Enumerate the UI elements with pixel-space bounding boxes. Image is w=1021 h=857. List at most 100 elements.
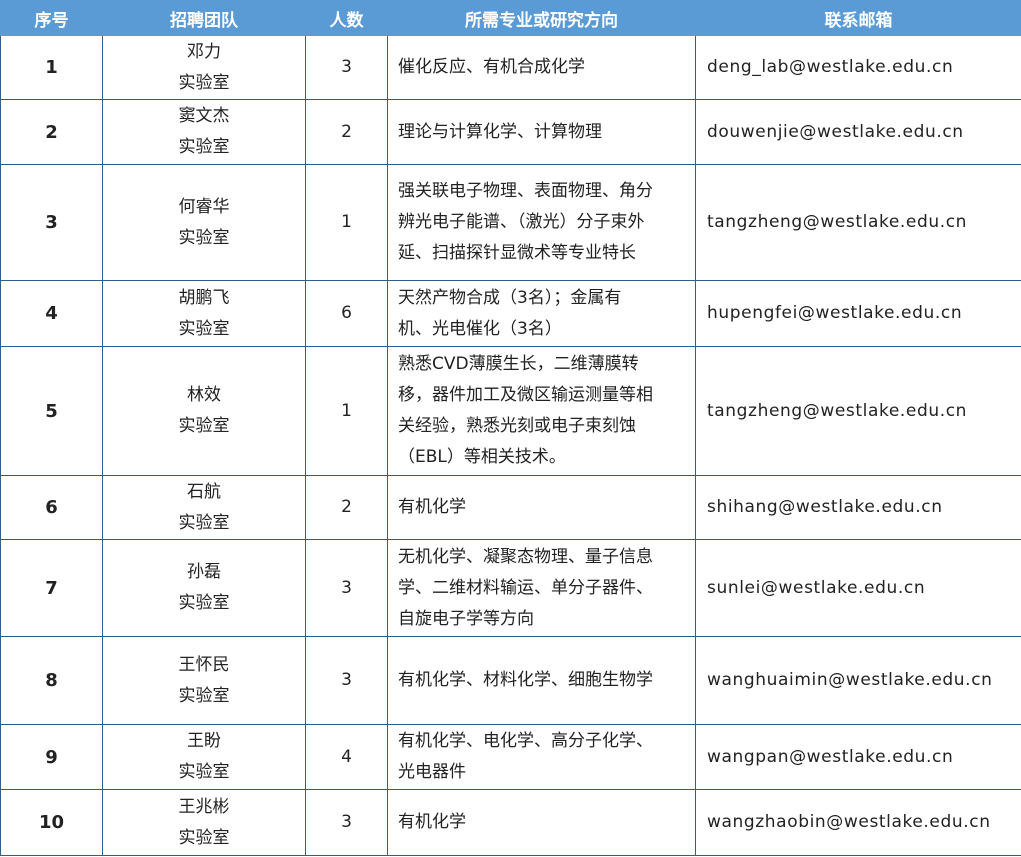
field-cell: 有机化学、电化学、高分子化学、 光电器件 [387,724,696,790]
email-cell[interactable]: wangzhaobin@westlake.edu.cn [695,789,1021,856]
headcount: 2 [305,475,388,540]
headcount: 3 [305,35,388,100]
table-row: 4 胡鹏飞 实验室 6 天然产物合成（3名）；金属有 机、光电催化（3名） hu… [0,280,1021,347]
team-name: 林效 [187,385,221,405]
team-suffix: 实验室 [178,137,230,157]
field-cell: 无机化学、凝聚态物理、量子信息 学、二维材料输运、单分子器件、 自旋电子学等方向 [387,539,696,637]
team-name: 窦文杰 [178,106,230,126]
row-index: 10 [0,789,103,856]
headcount: 6 [305,280,388,347]
header-count: 人数 [305,0,388,36]
header-email: 联系邮箱 [695,0,1021,36]
field-cell: 天然产物合成（3名）；金属有 机、光电催化（3名） [387,280,696,347]
field-line: 关经验，熟悉光刻或电子束刻蚀 [398,416,636,436]
field-cell: 有机化学 [387,475,696,540]
team-name: 孙磊 [187,562,221,582]
email-cell[interactable]: shihang@westlake.edu.cn [695,475,1021,540]
headcount: 3 [305,789,388,856]
field-line: 学、二维材料输运、单分子器件、 [398,577,653,598]
team-suffix: 实验室 [178,762,230,782]
field-line: 催化反应、有机合成化学 [398,57,585,77]
team-cell: 胡鹏飞 实验室 [102,280,306,347]
team-name: 王盼 [187,731,221,751]
field-line: 理论与计算化学、计算物理 [398,121,602,142]
email-cell[interactable]: douwenjie@westlake.edu.cn [695,99,1021,165]
email-cell[interactable]: wanghuaimin@westlake.edu.cn [695,636,1021,725]
row-index: 4 [0,280,103,347]
team-suffix: 实验室 [178,827,230,848]
team-name: 王怀民 [178,654,230,675]
table-row: 9 王盼 实验室 4 有机化学、电化学、高分子化学、 光电器件 wangpan@… [0,724,1021,790]
field-cell: 理论与计算化学、计算物理 [387,99,696,165]
team-name: 石航 [187,481,221,502]
field-cell: 强关联电子物理、表面物理、角分 辨光电子能谱、（激光）分子束外 延、扫描探针显微… [387,164,696,281]
team-cell: 王怀民 实验室 [102,636,306,725]
field-line: 有机化学 [398,497,466,517]
team-name: 王兆彬 [178,796,230,817]
row-index: 9 [0,724,103,790]
field-line: 有机化学 [398,812,466,832]
field-line: 强关联电子物理、表面物理、角分 [398,181,653,201]
field-line: 无机化学、凝聚态物理、量子信息 [398,546,653,567]
email-cell[interactable]: tangzheng@westlake.edu.cn [695,164,1021,281]
team-cell: 孙磊 实验室 [102,539,306,637]
team-name: 胡鹏飞 [178,287,230,308]
table-row: 5 林效 实验室 1 熟悉CVD薄膜生长，二维薄膜转 移，器件加工及微区输运测量… [0,346,1021,476]
headcount: 4 [305,724,388,790]
field-line: 自旋电子学等方向 [398,608,534,629]
team-cell: 何睿华 实验室 [102,164,306,281]
email-cell[interactable]: sunlei@westlake.edu.cn [695,539,1021,637]
team-cell: 王盼 实验室 [102,724,306,790]
field-line: 移，器件加工及微区输运测量等相 [398,385,653,405]
table-row: 8 王怀民 实验室 3 有机化学、材料化学、细胞生物学 wanghuaimin@… [0,636,1021,725]
headcount: 1 [305,164,388,281]
field-line: 有机化学、电化学、高分子化学、 [398,731,653,751]
field-cell: 催化反应、有机合成化学 [387,35,696,100]
email-cell[interactable]: deng_lab@westlake.edu.cn [695,35,1021,100]
field-line: 光电器件 [398,762,466,782]
table-row: 6 石航 实验室 2 有机化学 shihang@westlake.edu.cn [0,475,1021,540]
team-cell: 邓力 实验室 [102,35,306,100]
team-suffix: 实验室 [178,685,230,706]
table-row: 10 王兆彬 实验室 3 有机化学 wangzhaobin@westlake.e… [0,789,1021,856]
row-index: 6 [0,475,103,540]
team-suffix: 实验室 [178,416,230,436]
header-team: 招聘团队 [102,0,306,36]
team-cell: 石航 实验室 [102,475,306,540]
row-index: 2 [0,99,103,165]
team-suffix: 实验室 [178,512,230,533]
email-cell[interactable]: wangpan@westlake.edu.cn [695,724,1021,790]
email-cell[interactable]: tangzheng@westlake.edu.cn [695,346,1021,476]
field-line: 有机化学、材料化学、细胞生物学 [398,670,653,690]
headcount: 3 [305,636,388,725]
header-field: 所需专业或研究方向 [387,0,696,36]
recruitment-table: 序号 招聘团队 人数 所需专业或研究方向 联系邮箱 1 邓力 实验室 3 催化反… [0,0,1021,856]
field-line: 辨光电子能谱、（激光）分子束外 [398,212,645,232]
row-index: 7 [0,539,103,637]
field-line: 机、光电催化（3名） [398,318,562,339]
field-cell: 有机化学、材料化学、细胞生物学 [387,636,696,725]
field-cell: 熟悉CVD薄膜生长，二维薄膜转 移，器件加工及微区输运测量等相 关经验，熟悉光刻… [387,346,696,476]
field-line: 熟悉CVD薄膜生长，二维薄膜转 [398,354,639,374]
team-suffix: 实验室 [178,72,230,93]
row-index: 8 [0,636,103,725]
field-cell: 有机化学 [387,789,696,856]
team-cell: 窦文杰 实验室 [102,99,306,165]
field-line: 延、扫描探针显微术等专业特长 [398,243,636,263]
headcount: 2 [305,99,388,165]
table-row: 1 邓力 实验室 3 催化反应、有机合成化学 deng_lab@westlake… [0,35,1021,100]
team-cell: 林效 实验室 [102,346,306,476]
team-suffix: 实验室 [178,318,230,339]
table-row: 2 窦文杰 实验室 2 理论与计算化学、计算物理 douwenjie@westl… [0,99,1021,165]
row-index: 5 [0,346,103,476]
table-row: 7 孙磊 实验室 3 无机化学、凝聚态物理、量子信息 学、二维材料输运、单分子器… [0,539,1021,637]
email-cell[interactable]: hupengfei@westlake.edu.cn [695,280,1021,347]
header-row: 序号 招聘团队 人数 所需专业或研究方向 联系邮箱 [0,0,1021,36]
table-row: 3 何睿华 实验室 1 强关联电子物理、表面物理、角分 辨光电子能谱、（激光）分… [0,164,1021,281]
headcount: 3 [305,539,388,637]
row-index: 3 [0,164,103,281]
team-suffix: 实验室 [178,593,230,613]
field-line: （EBL）等相关技术。 [398,447,566,467]
team-name: 邓力 [187,41,221,62]
header-index: 序号 [0,0,103,36]
